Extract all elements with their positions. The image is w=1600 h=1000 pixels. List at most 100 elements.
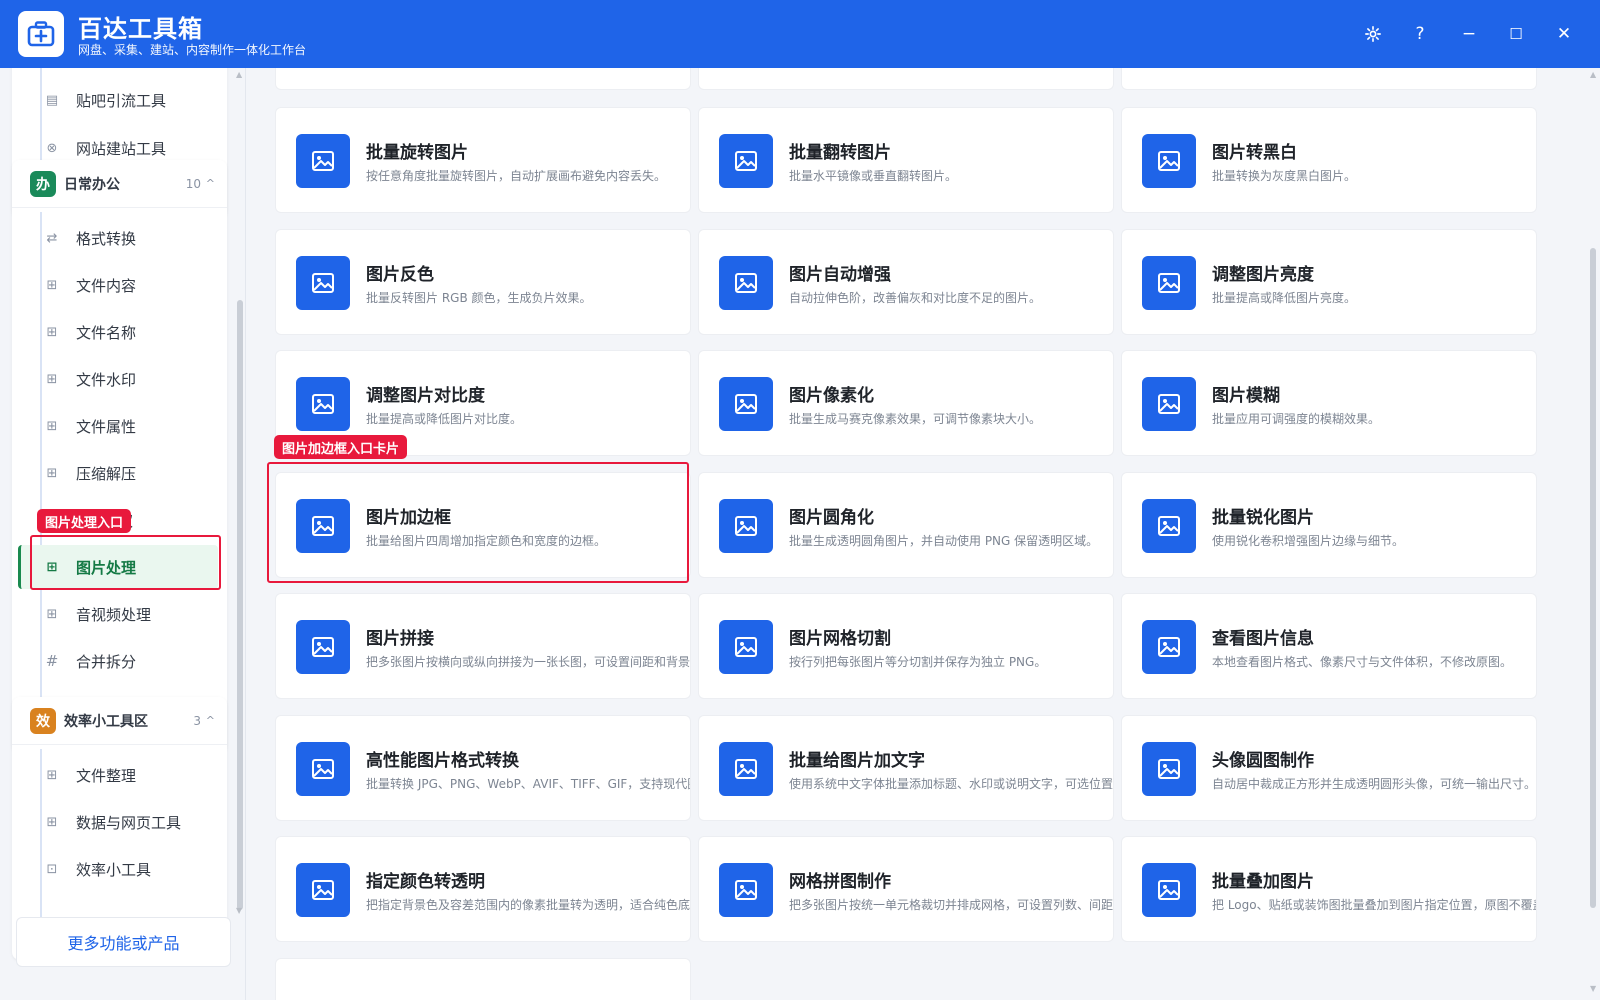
- tool-card[interactable]: 批量叠加图片把 Logo、贴纸或装饰图批量叠加到图片指定位置，原图不覆盖。: [1121, 836, 1537, 942]
- tool-card-title: 批量翻转图片: [789, 143, 891, 163]
- tool-card-title: 查看图片信息: [1212, 629, 1314, 649]
- grid-icon: ⊞: [46, 324, 58, 340]
- grid-icon: ⊞: [46, 814, 58, 830]
- grid-icon: ⊞: [46, 559, 58, 575]
- image-icon: [719, 256, 773, 310]
- sidebar-item-label: 文件整理: [76, 766, 137, 785]
- tool-card[interactable]: 图片自动增强 自动拉伸色阶，改善偏灰和对比度不足的图片。: [698, 229, 1114, 335]
- sidebar-item-file-organize[interactable]: ⊞ 文件整理: [18, 753, 216, 797]
- help-button[interactable]: ?: [1406, 20, 1434, 48]
- tool-card[interactable]: 图片反色 批量反转图片 RGB 颜色，生成负片效果。: [275, 229, 691, 335]
- annotation-tag-card: 图片加边框入口卡片: [274, 435, 408, 459]
- minimize-button[interactable]: −: [1455, 20, 1483, 48]
- scroll-up-arrow-icon[interactable]: ▲: [236, 70, 242, 79]
- image-icon: [296, 620, 350, 674]
- tool-card[interactable]: 图片加边框 批量给图片四周增加指定颜色和宽度的边框。: [275, 472, 691, 578]
- sidebar-item-compress[interactable]: ⊞ 压缩解压: [18, 451, 216, 495]
- group-badge: 效: [30, 707, 56, 734]
- tool-card-description: 按行列把每张图片等分切割并保存为独立 PNG。: [789, 655, 1047, 669]
- tool-card-description: 把多张图片按统一单元格裁切并排成网格，可设置列数、间距和背: [789, 898, 1114, 912]
- tool-card[interactable]: 图片转黑白 批量转换为灰度黑白图片。: [1121, 107, 1537, 213]
- sidebar-item-efficiency-tools[interactable]: ⊡ 效率小工具: [18, 847, 216, 891]
- tool-card-partial[interactable]: [275, 68, 691, 90]
- group-badge: 办: [30, 170, 56, 197]
- more-products-button[interactable]: 更多功能或产品: [16, 917, 231, 967]
- sidebar: ▤ 贴吧引流工具 ⊗ 网站建站工具 办 日常办公 10 ^ ⇄ 格式转换 ⊞ 文…: [0, 68, 246, 1000]
- tool-card-partial[interactable]: [275, 958, 691, 1000]
- sidebar-item-label: 网站建站工具: [76, 139, 167, 158]
- image-icon: [1142, 620, 1196, 674]
- tool-card-title: 图片拼接: [366, 629, 434, 649]
- tool-card-description: 按任意角度批量旋转图片，自动扩展画布避免内容丢失。: [366, 169, 667, 183]
- tool-card-description: 批量转换 JPG、PNG、WebP、AVIF、TIFF、GIF，支持现代图片: [366, 777, 691, 791]
- scroll-down-arrow-icon[interactable]: ▼: [1590, 984, 1596, 993]
- tool-card-description: 批量应用可调强度的模糊效果。: [1212, 412, 1381, 426]
- group-header-office[interactable]: 办 日常办公 10 ^: [12, 160, 227, 208]
- group-title: 效率小工具区: [64, 713, 148, 730]
- tool-card-partial[interactable]: [1121, 68, 1537, 90]
- tool-card[interactable]: 批量锐化图片 使用锐化卷积增强图片边缘与细节。: [1121, 472, 1537, 578]
- annotation-tag-sidebar: 图片处理入口: [37, 509, 132, 533]
- tool-card-title: 调整图片对比度: [366, 386, 485, 406]
- sidebar-item-file-attributes[interactable]: ⊞ 文件属性: [18, 404, 216, 448]
- chevron-up-icon[interactable]: ^: [206, 177, 215, 190]
- tool-card[interactable]: 图片网格切割按行列把每张图片等分切割并保存为独立 PNG。: [698, 593, 1114, 699]
- tool-card-description: 把指定背景色及容差范围内的像素批量转为透明，适合纯色底素材: [366, 898, 691, 912]
- sidebar-item-audio-video[interactable]: ⊞ 音视频处理: [18, 592, 216, 636]
- sidebar-item-image-processing[interactable]: ⊞ 图片处理: [18, 545, 218, 589]
- tool-card-title: 头像圆图制作: [1212, 751, 1314, 771]
- tool-card-partial[interactable]: [698, 68, 1114, 90]
- tool-card[interactable]: 查看图片信息 本地查看图片格式、像素尺寸与文件体积，不修改原图。: [1121, 593, 1537, 699]
- image-icon: [1142, 863, 1196, 917]
- sidebar-group-office: 办 日常办公 10 ^ ⇄ 格式转换 ⊞ 文件内容 ⊞ 文件名称 ⊞ 文件水印 …: [12, 160, 227, 753]
- chevron-up-icon[interactable]: ^: [206, 714, 215, 727]
- tool-card-title: 批量旋转图片: [366, 143, 468, 163]
- tool-card[interactable]: 图片模糊 批量应用可调强度的模糊效果。: [1121, 350, 1537, 456]
- sidebar-scrollbar[interactable]: [237, 300, 243, 910]
- tool-card-title: 图片自动增强: [789, 265, 891, 285]
- sidebar-item-data-web[interactable]: ⊞ 数据与网页工具: [18, 800, 216, 844]
- tool-card[interactable]: 指定颜色转透明 把指定背景色及容差范围内的像素批量转为透明，适合纯色底素材: [275, 836, 691, 942]
- image-icon: [1142, 256, 1196, 310]
- sidebar-item-file-content[interactable]: ⊞ 文件内容: [18, 263, 216, 307]
- image-icon: [296, 499, 350, 553]
- sidebar-item-label: 贴吧引流工具: [76, 91, 167, 110]
- tool-card[interactable]: 高性能图片格式转换 批量转换 JPG、PNG、WebP、AVIF、TIFF、GIF…: [275, 715, 691, 821]
- sidebar-item-file-name[interactable]: ⊞ 文件名称: [18, 310, 216, 354]
- sidebar-item-tieba[interactable]: ▤ 贴吧引流工具: [18, 78, 216, 122]
- close-button[interactable]: ✕: [1550, 20, 1578, 48]
- tool-card[interactable]: 批量翻转图片 批量水平镜像或垂直翻转图片。: [698, 107, 1114, 213]
- toolbox-logo-icon: [18, 11, 64, 57]
- tool-card[interactable]: 头像圆图制作 自动居中裁成正方形并生成透明圆形头像，可统一输出尺寸。: [1121, 715, 1537, 821]
- tool-card[interactable]: 网格拼图制作 把多张图片按统一单元格裁切并排成网格，可设置列数、间距和背: [698, 836, 1114, 942]
- tool-card-description: 批量转换为灰度黑白图片。: [1212, 169, 1357, 183]
- image-icon: [719, 620, 773, 674]
- sidebar-item-file-watermark[interactable]: ⊞ 文件水印: [18, 357, 216, 401]
- image-icon: [296, 134, 350, 188]
- app-subtitle: 网盘、采集、建站、内容制作一体化工作台: [78, 43, 307, 57]
- sidebar-item-label: 压缩解压: [76, 464, 137, 483]
- tool-card[interactable]: 批量旋转图片按任意角度批量旋转图片，自动扩展画布避免内容丢失。: [275, 107, 691, 213]
- content-scrollbar[interactable]: [1590, 248, 1596, 908]
- tool-card[interactable]: 批量给图片加文字 使用系统中文字体批量添加标题、水印或说明文字，可选位置、字: [698, 715, 1114, 821]
- image-icon: [1142, 742, 1196, 796]
- tool-card[interactable]: 图片拼接 把多张图片按横向或纵向拼接为一张长图，可设置间距和背景色。: [275, 593, 691, 699]
- sidebar-item-label: 文件名称: [76, 323, 137, 342]
- tool-card[interactable]: 调整图片亮度 批量提高或降低图片亮度。: [1121, 229, 1537, 335]
- image-icon: [296, 377, 350, 431]
- sidebar-item-format-convert[interactable]: ⇄ 格式转换: [18, 216, 216, 260]
- title-bar: 百达工具箱 网盘、采集、建站、内容制作一体化工作台 ? − ☐ ✕: [0, 0, 1600, 68]
- tool-card-title: 图片网格切割: [789, 629, 891, 649]
- tool-card-description: 批量反转图片 RGB 颜色，生成负片效果。: [366, 291, 592, 305]
- scroll-up-arrow-icon[interactable]: ▲: [1590, 70, 1596, 79]
- tool-card[interactable]: 图片圆角化 批量生成透明圆角图片，并自动使用 PNG 保留透明区域。: [698, 472, 1114, 578]
- sidebar-item-merge-split[interactable]: # 合并拆分: [18, 639, 216, 683]
- settings-button[interactable]: [1359, 20, 1387, 48]
- hash-icon: #: [45, 652, 59, 670]
- scroll-down-arrow-icon[interactable]: ▼: [236, 906, 242, 915]
- maximize-button[interactable]: ☐: [1502, 20, 1530, 48]
- sidebar-item-label: 合并拆分: [76, 652, 137, 671]
- tool-card[interactable]: 图片像素化 批量生成马赛克像素效果，可调节像素块大小。: [698, 350, 1114, 456]
- group-count: 10: [185, 176, 201, 191]
- group-header-efficiency[interactable]: 效 效率小工具区 3 ^: [12, 697, 227, 745]
